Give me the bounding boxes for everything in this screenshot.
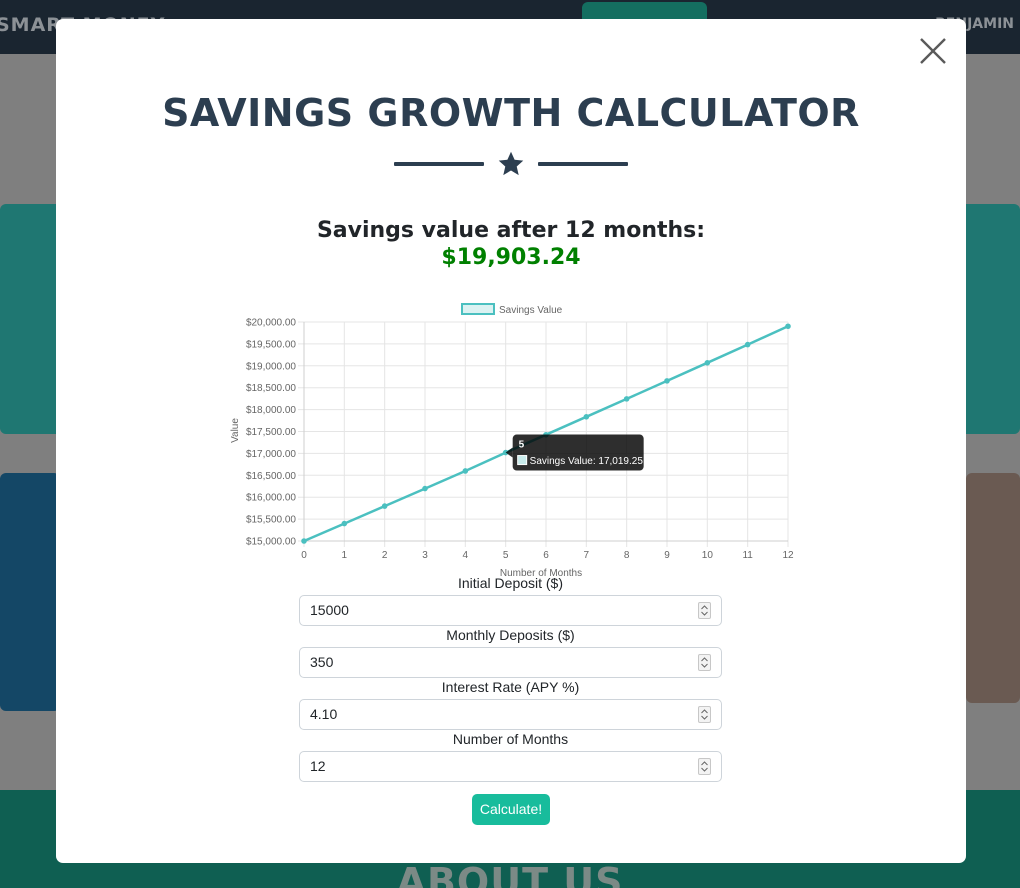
tooltip-swatch (517, 455, 528, 466)
y-tick-label: $16,500.00 (246, 471, 296, 482)
x-tick-label: 12 (782, 550, 794, 561)
legend-swatch (461, 303, 495, 315)
title-divider (394, 150, 628, 180)
modal-title: SAVINGS GROWTH CALCULATOR (162, 91, 860, 135)
y-tick-label: $19,500.00 (246, 339, 296, 350)
spinner-icon[interactable] (698, 706, 711, 723)
y-tick-label: $20,000.00 (246, 318, 296, 329)
savings-growth-chart: Savings Value $20,000.00 $19,500.00 $19,000… (230, 303, 794, 579)
x-tick-label: 10 (702, 550, 714, 561)
x-tick-label: 3 (422, 550, 428, 561)
interest-rate-label: Interest Rate (APY %) (441, 679, 580, 695)
background-card (0, 473, 60, 711)
tooltip-title: 5 (519, 440, 525, 451)
background-about-title: ABOUT US (396, 860, 624, 888)
monthly-deposits-label: Monthly Deposits ($) (446, 627, 575, 643)
y-tick-label: $15,500.00 (246, 515, 296, 526)
y-tick-label: $17,500.00 (246, 427, 296, 438)
x-tick-label: 2 (382, 550, 388, 561)
spinner-icon[interactable] (698, 602, 711, 619)
x-tick-label: 4 (463, 550, 469, 561)
legend-label: Savings Value (499, 305, 563, 316)
x-tick-label: 8 (624, 550, 630, 561)
divider-line (394, 162, 484, 166)
spinner-icon[interactable] (698, 654, 711, 671)
y-tick-label: $18,000.00 (246, 405, 296, 416)
data-point (704, 360, 711, 366)
x-tick-label: 0 (301, 550, 307, 561)
initial-deposit-value: 15000 (310, 602, 349, 618)
x-tick-label: 11 (742, 550, 753, 561)
data-point (583, 414, 590, 420)
spinner-icon[interactable] (698, 758, 711, 775)
savings-calculator-modal: SAVINGS GROWTH CALCULATOR Savings value … (56, 19, 966, 863)
data-point (744, 341, 751, 348)
monthly-deposits-value: 350 (310, 654, 334, 670)
background-card (966, 473, 1020, 703)
monthly-deposits-input[interactable]: 350 (299, 647, 722, 678)
y-axis-title: Value (230, 418, 241, 443)
data-point (623, 396, 630, 402)
calculator-form: Initial Deposit ($) 15000 Monthly Deposi… (299, 575, 722, 783)
data-point (381, 503, 388, 509)
y-tick-label: $18,500.00 (246, 383, 296, 394)
interest-rate-input[interactable]: 4.10 (299, 699, 722, 730)
x-tick-label: 7 (584, 550, 590, 561)
y-tick-label: $15,000.00 (246, 537, 296, 548)
number-of-months-input[interactable]: 12 (299, 751, 722, 782)
result-label: Savings value after 12 months: (316, 218, 706, 243)
interest-rate-value: 4.10 (310, 706, 338, 722)
close-icon[interactable] (918, 36, 948, 66)
y-tick-label: $16,000.00 (246, 493, 296, 504)
x-tick-label: 6 (543, 550, 549, 561)
y-tick-label: $19,000.00 (246, 361, 296, 372)
y-tick-label: $17,000.00 (246, 449, 296, 460)
calculate-button[interactable]: Calculate! (472, 794, 550, 825)
x-tick-label: 5 (503, 550, 509, 561)
tooltip-arrow (505, 447, 513, 458)
data-point (341, 520, 348, 527)
initial-deposit-label: Initial Deposit ($) (457, 575, 564, 591)
x-tick-label: 1 (342, 550, 348, 561)
data-point (301, 538, 307, 544)
divider-line (538, 162, 628, 166)
tooltip-label: Savings Value: 17,019.25 (530, 456, 644, 467)
star-icon (497, 150, 525, 178)
data-point (785, 323, 791, 330)
number-of-months-label: Number of Months (452, 731, 569, 747)
data-point (462, 468, 469, 474)
data-point (422, 485, 428, 492)
data-point (664, 378, 670, 384)
initial-deposit-input[interactable]: 15000 (299, 595, 722, 626)
x-tick-label: 9 (664, 550, 670, 561)
result-value: $19,903.24 (441, 245, 581, 270)
number-of-months-value: 12 (310, 758, 326, 774)
